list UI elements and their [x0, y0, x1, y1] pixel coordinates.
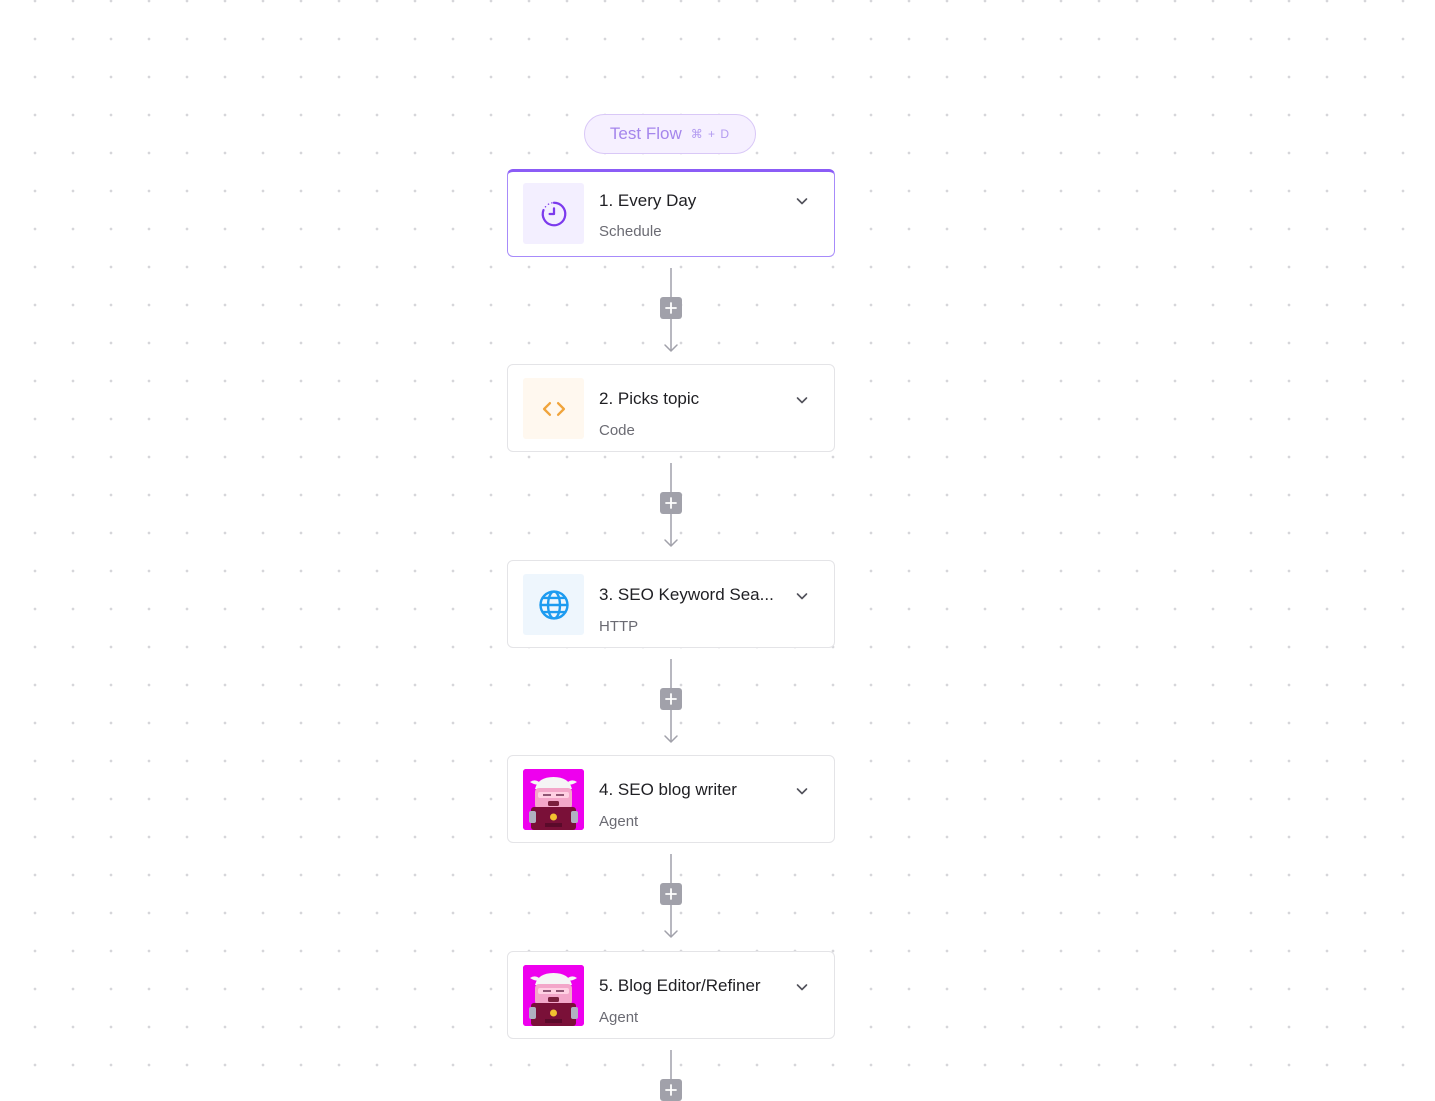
step-subtitle: HTTP: [599, 618, 639, 635]
chevron-down-icon[interactable]: [794, 783, 810, 799]
clock-icon: [523, 183, 584, 244]
test-flow-shortcut: ⌘ + D: [690, 127, 731, 141]
chevron-down-icon[interactable]: [794, 588, 810, 604]
step-title: 5. Blog Editor/Refiner: [599, 976, 761, 995]
step-subtitle: Schedule: [599, 223, 662, 240]
step-title: 2. Picks topic: [599, 389, 700, 408]
step-title: 1. Every Day: [599, 191, 697, 210]
code-icon: [523, 378, 584, 439]
step-card-3[interactable]: 3. SEO Keyword Sea... HTTP: [507, 560, 835, 648]
workflow-canvas[interactable]: Test Flow ⌘ + D 1. Every Day Schedule 2.…: [0, 0, 1435, 1101]
step-connector: [660, 1050, 682, 1101]
test-flow-label: Test Flow: [609, 124, 682, 143]
test-flow-button[interactable]: Test Flow ⌘ + D: [584, 114, 756, 154]
step-subtitle: Code: [599, 422, 635, 439]
chevron-down-icon[interactable]: [794, 392, 810, 408]
chevron-down-icon[interactable]: [794, 193, 810, 209]
step-title: 3. SEO Keyword Sea...: [599, 585, 774, 604]
step-subtitle: Agent: [599, 1009, 639, 1026]
add-step-button[interactable]: [660, 297, 682, 319]
step-card-1[interactable]: 1. Every Day Schedule: [507, 169, 835, 257]
chevron-down-icon[interactable]: [794, 979, 810, 995]
globe-icon: [523, 574, 584, 635]
step-card-2[interactable]: 2. Picks topic Code: [507, 364, 835, 452]
step-connector: [660, 268, 682, 352]
step-connector: [660, 854, 682, 938]
step-card-4[interactable]: 4. SEO blog writer Agent: [507, 755, 835, 843]
add-step-button[interactable]: [660, 1079, 682, 1101]
agent-avatar-icon: [523, 965, 584, 1026]
agent-avatar-icon: [523, 769, 584, 830]
step-card-5[interactable]: 5. Blog Editor/Refiner Agent: [507, 951, 835, 1039]
step-subtitle: Agent: [599, 813, 639, 830]
step-title: 4. SEO blog writer: [599, 780, 737, 799]
step-connector: [660, 463, 682, 547]
add-step-button[interactable]: [660, 492, 682, 514]
add-step-button[interactable]: [660, 883, 682, 905]
step-connector: [660, 659, 682, 743]
add-step-button[interactable]: [660, 688, 682, 710]
